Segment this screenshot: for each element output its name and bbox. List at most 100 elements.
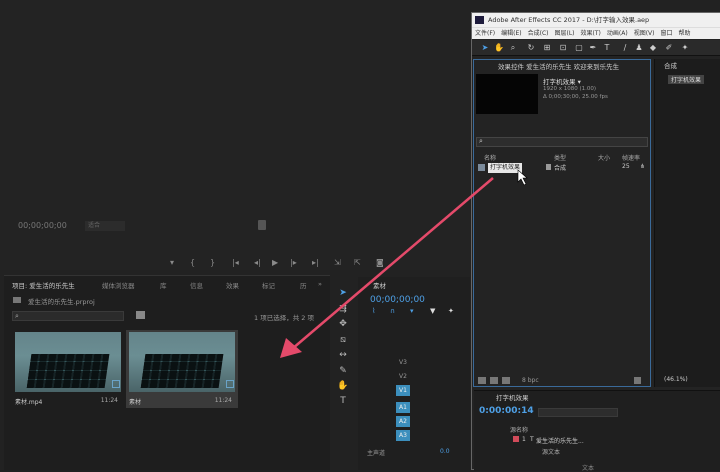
rectangle-tool-icon[interactable]: ▢ [574, 43, 584, 53]
project-item-name[interactable]: 打字机效果 [488, 163, 523, 173]
project-item-row[interactable]: 打字机效果 合成 25 ⋔ [476, 163, 648, 173]
timeline-timecode[interactable]: 00;00;00;00 [370, 295, 425, 305]
selection-tool-icon[interactable]: ➤ [337, 287, 349, 299]
menu-composition[interactable]: 合成(C) [525, 28, 552, 40]
marker-icon[interactable]: ▾ [170, 258, 174, 267]
timeline-tab[interactable]: 素材 [373, 280, 386, 290]
project-search-input[interactable]: ⌕ [12, 311, 124, 321]
column-size[interactable]: 大小 [598, 153, 610, 162]
comp-flowchart-icon[interactable]: ⋔ [640, 163, 645, 170]
linked-selection-icon[interactable]: ∩ [390, 307, 395, 315]
delete-icon[interactable] [634, 377, 641, 384]
marker-icon[interactable]: ▼ [430, 307, 435, 315]
hand-tool-icon[interactable]: ✋ [494, 43, 504, 53]
puppet-pin-icon[interactable]: ✦ [680, 43, 690, 53]
selection-count: 1 项已选择，共 2 项 [254, 314, 314, 322]
timeline-search-input[interactable] [538, 408, 618, 417]
new-bin-icon[interactable] [136, 311, 145, 319]
clip-thumbnail-selected[interactable]: 素材 11:24 [126, 330, 238, 408]
track-v1[interactable]: V1 [396, 385, 410, 396]
bit-depth-button[interactable]: 8 bpc [522, 377, 539, 384]
camera-tool-icon[interactable]: ⊞ [542, 43, 552, 53]
column-framerate[interactable]: 帧速率 [622, 153, 640, 162]
timeline-tab[interactable]: 打字机效果 [496, 392, 529, 402]
menu-view[interactable]: 视图(V) [631, 28, 658, 40]
project-search-input[interactable]: ⌕ [476, 137, 648, 147]
slip-tool-icon[interactable]: ↔ [337, 349, 349, 361]
master-volume[interactable]: 0.0 [440, 448, 450, 455]
new-folder-icon[interactable] [490, 377, 498, 384]
track-select-icon[interactable]: ⇶ [337, 303, 349, 315]
in-point-icon[interactable]: { [190, 258, 195, 267]
layer-name[interactable]: 爱生活的乐先生... [536, 436, 584, 445]
menu-help[interactable]: 帮助 [676, 28, 694, 40]
tab-info[interactable]: 信息 [190, 280, 203, 290]
tab-media-browser[interactable]: 媒体浏览器 [102, 280, 135, 290]
layer-label-color[interactable] [513, 436, 519, 442]
tab-markers[interactable]: 标记 [262, 280, 275, 290]
export-frame-icon[interactable]: ◙ [376, 258, 384, 267]
clip-thumbnail[interactable]: 素材.mp4 11:24 [12, 330, 124, 408]
project-panel-tab[interactable]: 效果控件 爱生活的乐先生 欢迎来到乐先生 [498, 61, 619, 71]
column-name[interactable]: 名称 [484, 153, 496, 162]
layer-index: 1 [522, 436, 526, 443]
insert-icon[interactable]: ⇲ [334, 258, 341, 267]
tab-history[interactable]: 历 [300, 280, 307, 290]
composition-preview [476, 74, 538, 114]
pan-behind-icon[interactable]: ⊡ [558, 43, 568, 53]
step-forward-icon[interactable]: |▸ [290, 258, 297, 267]
menu-animation[interactable]: 动画(A) [604, 28, 631, 40]
magnification-dropdown[interactable]: (46.1%) [664, 376, 688, 383]
roto-brush-icon[interactable]: ✐ [664, 43, 674, 53]
overwrite-icon[interactable]: ⇱ [354, 258, 361, 267]
razor-tool-icon[interactable]: ⧅ [337, 334, 349, 346]
tab-effects[interactable]: 效果 [226, 280, 239, 290]
type-tool-icon[interactable]: T [337, 395, 349, 407]
panel-overflow-icon[interactable]: » [318, 280, 322, 288]
source-text-property[interactable]: 源文本 [542, 447, 560, 456]
go-to-out-icon[interactable]: ▸| [312, 258, 319, 267]
project-columns: 名称 类型 大小 帧速率 [476, 153, 648, 163]
snap-icon[interactable]: ⌇ [372, 307, 375, 315]
composition-tab[interactable]: 合成 [664, 60, 677, 70]
interpret-footage-icon[interactable] [478, 377, 486, 384]
track-a3[interactable]: A3 [396, 430, 410, 441]
composition-name-chip[interactable]: 打字机效果 [668, 75, 705, 84]
menu-layer[interactable]: 图层(L) [552, 28, 578, 40]
menu-edit[interactable]: 编辑(E) [498, 28, 524, 40]
menu-effect[interactable]: 效果(T) [578, 28, 604, 40]
new-comp-icon[interactable] [502, 377, 510, 384]
hand-tool-icon[interactable]: ✋ [337, 380, 349, 392]
eraser-tool-icon[interactable]: ◆ [648, 43, 658, 53]
source-name-column[interactable]: 源名称 [510, 425, 528, 434]
selection-tool-icon[interactable]: ➤ [480, 43, 490, 53]
clone-stamp-icon[interactable]: ♟ [634, 43, 644, 53]
track-v3[interactable]: V3 [396, 357, 410, 368]
label-color-icon[interactable] [546, 164, 551, 170]
fit-dropdown[interactable]: 适合 [85, 221, 125, 231]
current-time-display[interactable]: 0:00:00:14 [479, 406, 534, 416]
type-tool-icon[interactable]: T [602, 43, 612, 53]
tab-project[interactable]: 项目: 爱生活的乐先生 [12, 280, 75, 290]
play-icon[interactable]: ▶ [272, 258, 278, 267]
pen-tool-icon[interactable]: ✒ [588, 43, 598, 53]
add-marker-icon[interactable]: ▾ [410, 307, 414, 315]
track-a1[interactable]: A1 [396, 402, 410, 413]
program-timecode[interactable]: 00;00;00;00 [18, 221, 67, 230]
step-back-icon[interactable]: ◂| [254, 258, 261, 267]
brush-tool-icon[interactable]: ∕ [620, 43, 630, 53]
go-to-in-icon[interactable]: |◂ [232, 258, 239, 267]
track-a2[interactable]: A2 [396, 416, 410, 427]
track-v2[interactable]: V2 [396, 371, 410, 382]
menu-file[interactable]: 文件(F) [472, 28, 498, 40]
out-point-icon[interactable]: } [210, 258, 215, 267]
tab-libraries[interactable]: 库 [160, 280, 167, 290]
pen-tool-icon[interactable]: ✎ [337, 365, 349, 377]
zoom-tool-icon[interactable]: ⌕ [508, 43, 518, 53]
wrench-icon[interactable]: ✦ [448, 307, 454, 315]
ripple-edit-icon[interactable]: ✥ [337, 318, 349, 330]
rotate-tool-icon[interactable]: ↻ [526, 43, 536, 53]
menu-window[interactable]: 窗口 [657, 28, 675, 40]
column-type[interactable]: 类型 [554, 153, 566, 162]
settings-wrench-icon[interactable] [258, 220, 266, 230]
